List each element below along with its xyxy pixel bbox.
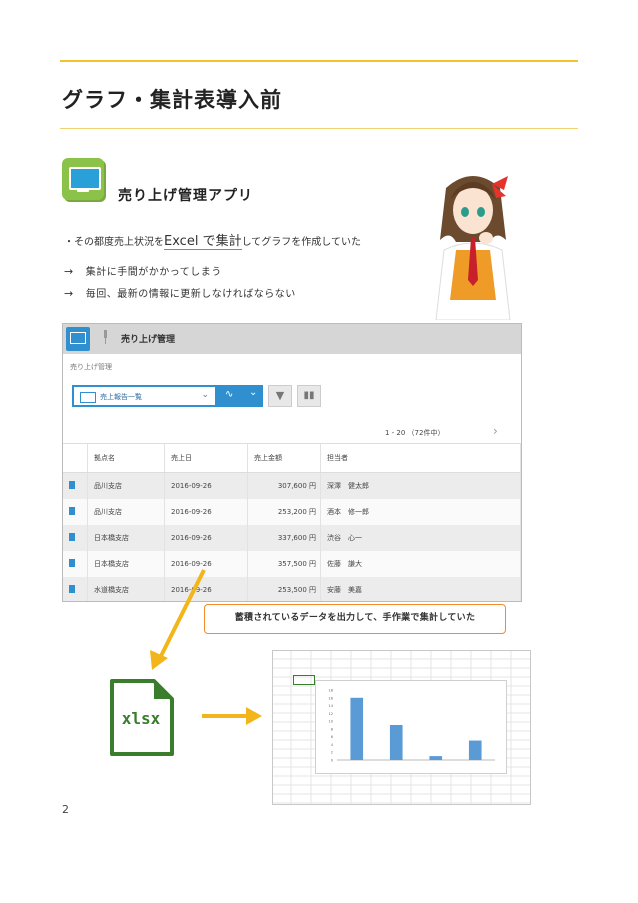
graph-select-button[interactable]: ∿ ⌄ [217,385,263,407]
y-tick-label: 8 [331,727,333,731]
monitor-icon [66,327,90,351]
bar-chart: 024681012141618 [315,680,507,774]
xlsx-label: xlsx [121,709,161,728]
record-detail-icon[interactable] [69,559,75,567]
view-select[interactable]: 売上報告一覧 ⌄ [72,385,217,407]
y-tick-label: 0 [331,759,333,763]
y-tick-label: 6 [331,735,333,739]
excel-sheet: 0 2 4 6 8 10 12 14 16 18 [272,650,531,805]
record-detail-icon[interactable] [69,585,75,593]
view-select-label: 売上報告一覧 [100,393,142,401]
app-icon [62,158,104,200]
records-table: 拠点名 売上日 売上金額 担当者 品川支店 2016-09-26 307,600… [63,443,521,601]
column-header[interactable]: 売上日 [164,443,248,473]
cell-person: 酒本 修一郎 [320,499,521,525]
y-tick-label: 12 [329,712,333,716]
bullet-2-text: 毎回、最新の情報に更新しなければならない [85,289,296,300]
cell-amount: 253,500 円 [247,577,321,601]
list-view-icon [80,392,96,403]
filter-icon[interactable]: ▼ [268,385,292,407]
table-row[interactable]: 日本橋支店 2016-09-26 337,600 円 渋谷 心一 [63,525,521,551]
app-name: 売り上げ管理アプリ [118,188,253,204]
page-number: 2 [62,803,69,816]
title-underline [60,128,578,129]
callout-note: 蓄積されているデータを出力して、手作業で集計していた [204,604,506,634]
cell-amount: 253,200 円 [247,499,321,525]
chart-bar [429,756,443,760]
y-tick-label: 10 [329,720,333,724]
chart-bar [468,740,482,760]
cell-date: 2016-09-26 [164,525,248,551]
line-graph-icon: ∿ [225,389,234,400]
pin-icon[interactable] [103,330,108,344]
screenshot-header: 売り上げ管理 [63,324,521,354]
arrow-right-icon: → [64,287,74,300]
cell-person: 安藤 美嘉 [320,577,521,601]
cell-date: 2016-09-26 [164,499,248,525]
chart-bar [389,725,403,760]
cell-branch: 品川支店 [87,472,165,499]
chevron-right-icon[interactable]: › [493,424,498,438]
record-detail-icon[interactable] [69,507,75,515]
chevron-down-icon: ⌄ [201,390,209,400]
cell-branch: 日本橋支店 [87,525,165,551]
cell-date: 2016-09-26 [164,472,248,499]
cell-amount: 357,500 円 [247,551,321,577]
bar-chart-icon[interactable]: ▮▮ [297,385,321,407]
top-rule [60,60,578,62]
y-tick-label: 2 [331,751,333,755]
table-row[interactable]: 日本橋支店 2016-09-26 357,500 円 佐藤 謙大 [63,551,521,577]
chevron-down-icon: ⌄ [249,387,258,398]
screenshot-app-title: 売り上げ管理 [121,335,176,345]
bullet-1-text: 集計に手間がかかってしまう [85,267,222,278]
table-header-row: 拠点名 売上日 売上金額 担当者 [63,443,521,473]
bullet-1: → 集計に手間がかかってしまう [64,263,222,278]
description-pre: ・その都度売上状況を [64,237,164,248]
character-illustration [435,176,511,320]
bullet-2: → 毎回、最新の情報に更新しなければならない [64,285,296,300]
record-detail-icon[interactable] [69,533,75,541]
cell-amount: 307,600 円 [247,472,321,499]
y-tick-label: 16 [329,696,333,700]
table-row[interactable]: 品川支店 2016-09-26 307,600 円 深澤 健太郎 [63,472,521,499]
table-row[interactable]: 品川支店 2016-09-26 253,200 円 酒本 修一郎 [63,499,521,525]
cell-amount: 337,600 円 [247,525,321,551]
selected-cell[interactable] [293,675,315,685]
y-tick-label: 14 [329,704,334,708]
xlsx-file-icon: xlsx [108,679,174,756]
arrow-right-icon: → [64,265,74,278]
description-emphasis: Excel で集計 [164,234,242,250]
cell-person: 渋谷 心一 [320,525,521,551]
column-header[interactable]: 拠点名 [87,443,165,473]
cell-person: 佐藤 謙大 [320,551,521,577]
breadcrumb[interactable]: 売り上げ管理 [70,362,112,372]
description-post: してグラフを作成していた [241,237,361,248]
cell-person: 深澤 健太郎 [320,472,521,499]
arrow-right-icon [202,707,262,725]
description: ・その都度売上状況をExcel で集計してグラフを作成していた [64,230,361,250]
page-title: グラフ・集計表導入前 [62,88,282,112]
table-row[interactable]: 水道橋支店 2016-09-26 253,500 円 安藤 美嘉 [63,577,521,601]
y-tick-label: 18 [329,689,333,693]
chart-bar [350,697,364,760]
column-header[interactable]: 売上金額 [247,443,321,473]
cell-branch: 品川支店 [87,499,165,525]
app-screenshot: 売り上げ管理 売り上げ管理 売上報告一覧 ⌄ ∿ ⌄ ▼ ▮▮ 1 - 20 （… [62,323,522,602]
pager-count: 1 - 20 （72件中） [385,429,445,437]
column-header[interactable]: 担当者 [320,443,521,473]
record-detail-icon[interactable] [69,481,75,489]
